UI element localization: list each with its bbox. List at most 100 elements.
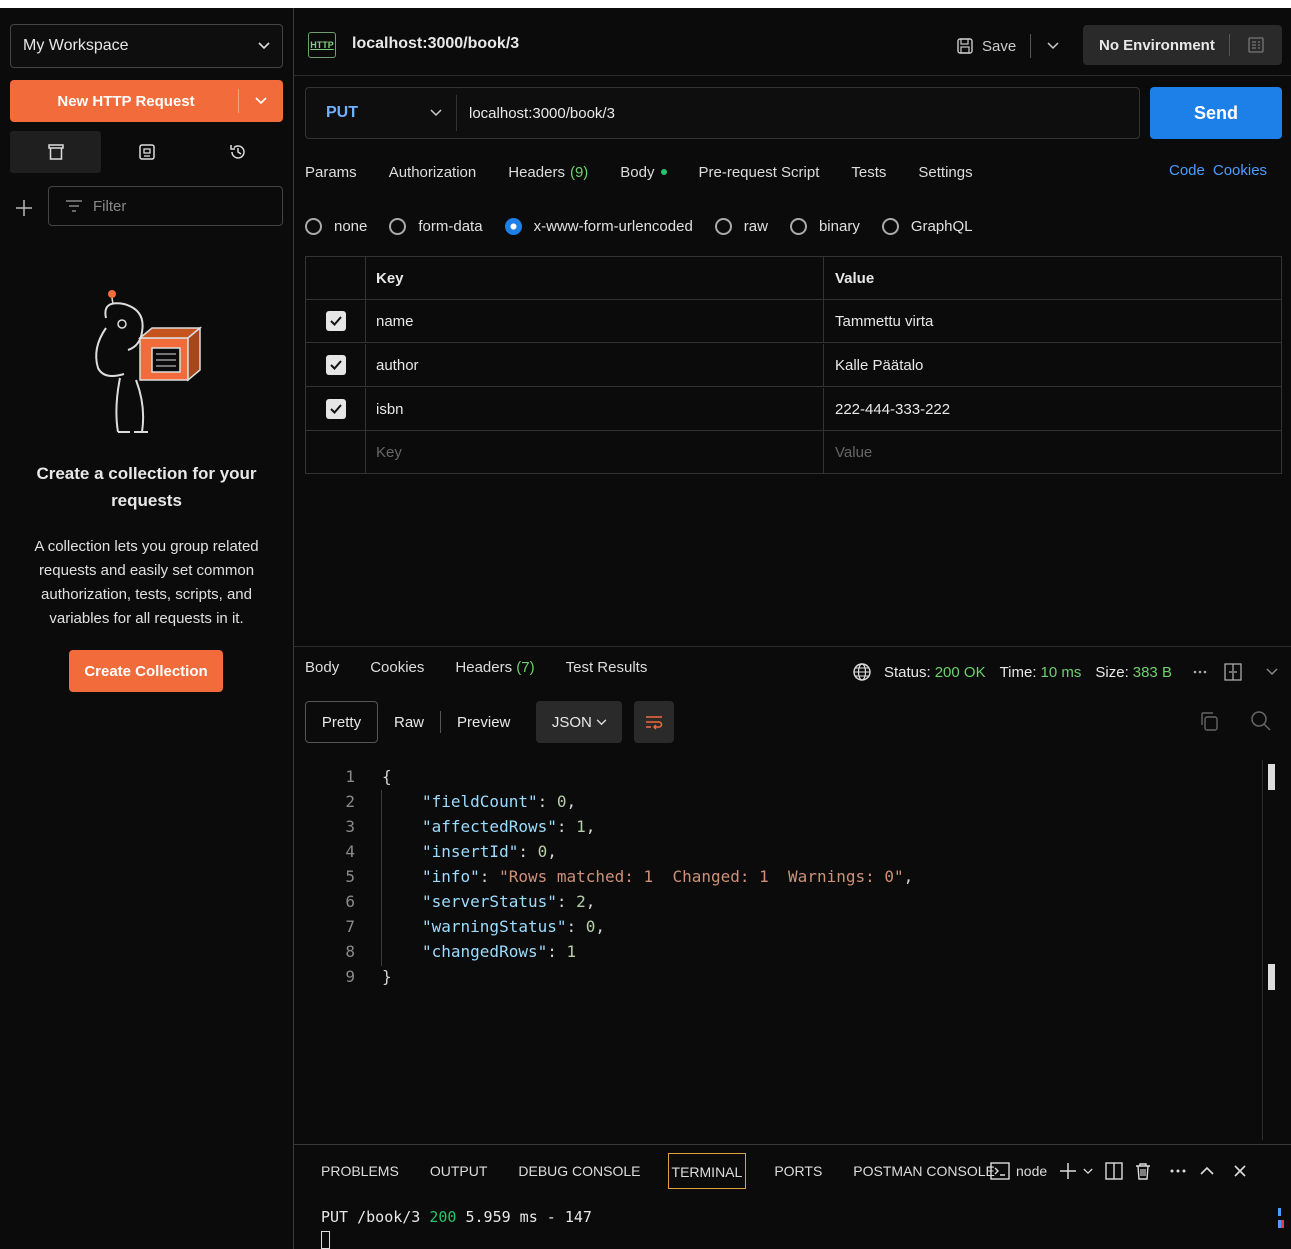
line-number: 9 [345, 967, 355, 986]
close-icon[interactable] [1233, 1164, 1247, 1178]
workspace-select[interactable]: My Workspace [10, 24, 283, 68]
layout-toggle-icon[interactable] [1224, 663, 1242, 681]
view-raw[interactable]: Raw [378, 714, 440, 731]
response-divider[interactable] [294, 646, 1291, 647]
radio-none[interactable]: none [305, 217, 367, 235]
wrap-lines-button[interactable] [634, 701, 675, 743]
response-tabs: Body Cookies Headers (7) Test Results [305, 659, 678, 681]
view-pretty[interactable]: Pretty [305, 701, 378, 743]
environment-selector[interactable]: No Environment [1083, 25, 1282, 65]
add-collection-button[interactable] [12, 196, 36, 220]
tab-tests[interactable]: Tests [851, 160, 886, 184]
json-colon: : [566, 917, 586, 936]
tab-output[interactable]: OUTPUT [430, 1163, 488, 1179]
plus-icon[interactable] [1059, 1162, 1077, 1180]
key-cell[interactable]: name [366, 300, 824, 342]
new-request-dropdown[interactable] [239, 97, 283, 105]
terminal-scroll-marker [1278, 1208, 1284, 1228]
value-cell[interactable]: 222-444-333-222 [824, 388, 1281, 430]
tab-debug-console[interactable]: DEBUG CONSOLE [518, 1163, 640, 1179]
value-cell[interactable]: Tammettu virta [824, 300, 1281, 342]
radio-graphql[interactable]: GraphQL [881, 217, 973, 235]
value-cell[interactable]: Kalle Päätalo [824, 344, 1281, 386]
save-button[interactable]: Save [982, 38, 1016, 55]
empty-state-description: A collection lets you group related requ… [34, 538, 259, 627]
chevron-down-icon[interactable] [1266, 668, 1278, 676]
tab-response-cookies[interactable]: Cookies [370, 659, 424, 681]
search-icon[interactable] [1250, 710, 1272, 732]
tab-test-results[interactable]: Test Results [566, 659, 648, 681]
url-input[interactable]: localhost:3000/book/3 [457, 105, 615, 122]
create-collection-button[interactable]: Create Collection [69, 650, 223, 692]
json-value: 2 [576, 892, 586, 911]
tab-response-headers[interactable]: Headers (7) [455, 659, 534, 681]
tab-prerequest-script[interactable]: Pre-request Script [699, 160, 820, 184]
tab-settings[interactable]: Settings [918, 160, 972, 184]
radio-binary[interactable]: binary [789, 217, 860, 235]
tab-params[interactable]: Params [305, 160, 357, 184]
size-value[interactable]: 383 B [1133, 664, 1172, 681]
wrap-lines-icon [646, 716, 663, 730]
response-json[interactable]: 1{ 2 "fieldCount": 0, 3 "affectedRows": 1,… [305, 764, 1255, 989]
tab-ports[interactable]: PORTS [774, 1163, 822, 1179]
tab-problems[interactable]: PROBLEMS [321, 1163, 399, 1179]
tab-headers[interactable]: Headers (9) [508, 160, 588, 184]
line-number: 8 [345, 942, 355, 961]
radio-form-data[interactable]: form-data [389, 217, 483, 235]
chevron-down-icon[interactable] [1083, 1168, 1093, 1175]
tab-terminal[interactable]: TERMINAL [667, 1153, 747, 1189]
trash-icon[interactable] [1135, 1162, 1151, 1180]
tab-response-body[interactable]: Body [305, 659, 339, 681]
chevron-down-icon [430, 109, 442, 117]
tab-history[interactable] [192, 131, 283, 173]
value-placeholder[interactable]: Value [824, 431, 1281, 474]
send-button[interactable]: Send [1150, 87, 1282, 139]
tab-body[interactable]: Body [620, 160, 667, 184]
save-group: Save [956, 33, 1059, 59]
terminal-shell-select[interactable]: node [990, 1162, 1047, 1180]
time-value[interactable]: 10 ms [1041, 664, 1082, 681]
new-http-request-button[interactable]: New HTTP Request [10, 80, 283, 122]
maximize-panel-icon[interactable] [1199, 1166, 1215, 1176]
more-icon[interactable] [1169, 1168, 1187, 1174]
request-title[interactable]: localhost:3000/book/3 [352, 35, 519, 53]
sidebar-divider[interactable] [293, 8, 294, 1249]
radio-x-www-form-urlencoded[interactable]: x-www-form-urlencoded [504, 217, 693, 235]
tab-collections[interactable] [10, 131, 101, 173]
key-cell[interactable]: isbn [366, 388, 824, 430]
filter-input[interactable]: Filter [48, 186, 283, 226]
code-link[interactable]: Code [1169, 162, 1205, 179]
json-key: "info" [422, 867, 480, 886]
scrollbar-thumb[interactable] [1268, 764, 1275, 790]
copy-icon[interactable] [1198, 710, 1220, 732]
resp-headers-label: Headers [455, 659, 513, 676]
row-checkbox[interactable] [325, 311, 346, 331]
tab-environments[interactable] [101, 131, 192, 173]
method-select[interactable]: PUT [306, 104, 456, 122]
row-checkbox[interactable] [325, 355, 346, 375]
radio-label: x-www-form-urlencoded [533, 217, 693, 235]
more-icon[interactable] [1192, 669, 1208, 675]
format-select[interactable]: JSON [536, 701, 623, 743]
radio-raw[interactable]: raw [714, 217, 768, 235]
chevron-down-icon[interactable] [1047, 42, 1059, 50]
split-terminal-icon[interactable] [1105, 1162, 1123, 1180]
terminal-cursor [321, 1231, 330, 1249]
key-placeholder[interactable]: Key [366, 431, 824, 474]
tab-authorization[interactable]: Authorization [389, 160, 477, 184]
key-cell[interactable]: author [366, 344, 824, 386]
environment-quick-look[interactable] [1230, 36, 1282, 54]
json-comma: , [585, 892, 596, 911]
tab-postman-console[interactable]: POSTMAN CONSOLE [853, 1163, 995, 1179]
row-checkbox[interactable] [325, 399, 346, 419]
status-value[interactable]: 200 OK [935, 664, 986, 681]
terminal-divider[interactable] [294, 1144, 1291, 1145]
globe-icon[interactable] [852, 662, 872, 682]
terminal-request: PUT /book/3 [321, 1208, 430, 1226]
filter-icon [66, 200, 82, 212]
view-preview[interactable]: Preview [441, 714, 526, 731]
json-colon: : [547, 942, 567, 961]
top-strip [0, 0, 1291, 8]
cookies-link[interactable]: Cookies [1213, 162, 1267, 179]
headers-label: Headers [508, 163, 565, 181]
